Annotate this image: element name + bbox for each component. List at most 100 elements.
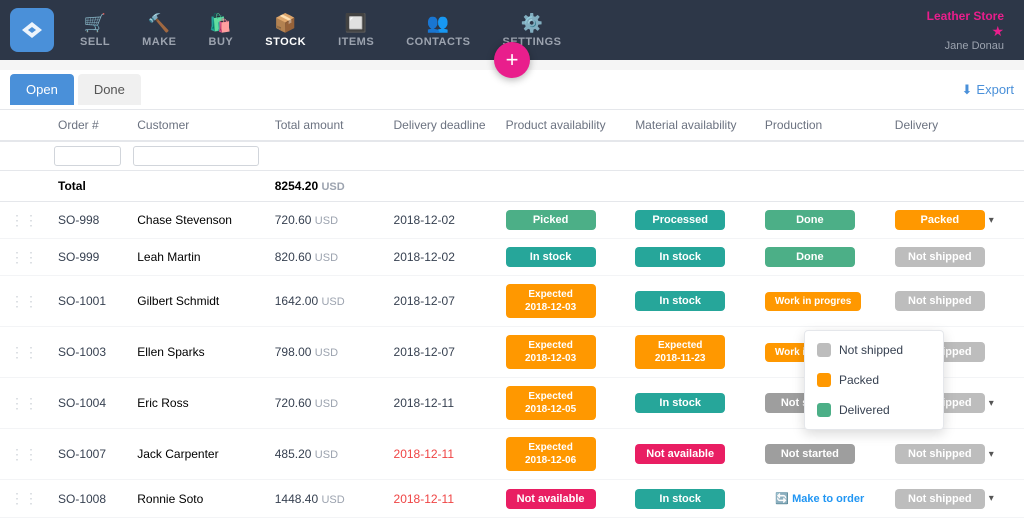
th-delivery: Delivery (885, 110, 1024, 141)
delivery-status: Packed ▾ (885, 202, 1024, 239)
delivery-deadline: 2018-12-07 (384, 327, 496, 378)
row-drag-handle[interactable]: ⋮⋮ (0, 378, 48, 429)
order-id: SO-999 (48, 239, 127, 276)
nav-items-label: ITEMS (338, 36, 374, 48)
order-id: SO-1008 (48, 480, 127, 518)
customer-name: Gilbert Schmidt (127, 276, 265, 327)
filter-row (0, 141, 1024, 171)
nav-items-link[interactable]: 🔲 ITEMS (322, 5, 390, 56)
th-material: Material availability (625, 110, 755, 141)
row-drag-handle[interactable]: ⋮⋮ (0, 429, 48, 480)
table-container: Order # Customer Total amount Delivery d… (0, 110, 1024, 520)
app-logo[interactable] (10, 8, 54, 52)
delivery-dropdown-arrow[interactable]: ▾ (989, 215, 994, 226)
delivery-deadline: 2018-12-11 (384, 480, 496, 518)
product-availability: Expected2018-12-03 (496, 276, 626, 327)
filter-delivery (885, 141, 1024, 171)
delivery-badge: Not shipped (895, 247, 985, 267)
row-drag-handle[interactable]: ⋮⋮ (0, 327, 48, 378)
delivery-deadline: 2018-12-02 (384, 239, 496, 276)
dropdown-not-shipped-label: Not shipped (839, 343, 903, 357)
order-id: SO-1004 (48, 378, 127, 429)
export-button[interactable]: ⬇ Export (962, 82, 1014, 98)
th-production: Production (755, 110, 885, 141)
top-navigation: 🛒 SELL 🔨 MAKE 🛍️ BUY 📦 STOCK 🔲 ITEMS 👥 C… (0, 0, 1024, 60)
production-status: Done (755, 202, 885, 239)
delivery-dropdown-arrow[interactable]: ▾ (989, 398, 994, 409)
material-availability: In stock (625, 378, 755, 429)
sell-icon: 🛒 (84, 13, 107, 34)
nav-stock[interactable]: 📦 STOCK (249, 5, 322, 56)
status-badge: Work in progres (765, 292, 862, 311)
delivery-cell: Not shipped ▾ (895, 444, 1014, 464)
order-id: SO-998 (48, 202, 127, 239)
status-badge: Done (765, 247, 855, 267)
product-availability: Expected2018-12-03 (496, 327, 626, 378)
delivery-dropdown-arrow[interactable]: ▾ (989, 493, 994, 504)
delivery-badge-packed: Packed (895, 210, 985, 230)
th-order: Order # (48, 110, 127, 141)
make-icon: 🔨 (148, 13, 171, 34)
filter-customer-input[interactable] (133, 146, 259, 166)
filter-production (755, 141, 885, 171)
th-customer: Customer (127, 110, 265, 141)
delivery-badge: Not shipped (895, 291, 985, 311)
tab-open[interactable]: Open (10, 74, 74, 105)
orders-table: Order # Customer Total amount Delivery d… (0, 110, 1024, 520)
row-drag-handle[interactable]: ⋮⋮ (0, 276, 48, 327)
nav-sell-label: SELL (80, 36, 110, 48)
th-drag (0, 110, 48, 141)
delivery-status: Not shipped (885, 239, 1024, 276)
order-id: SO-1007 (48, 429, 127, 480)
dot-green-icon (817, 403, 831, 417)
delivery-status: Not shipped (885, 276, 1024, 327)
dropdown-not-shipped[interactable]: Not shipped (805, 335, 943, 365)
material-availability: Not available (625, 429, 755, 480)
add-button[interactable]: + (494, 42, 530, 78)
nav-buy[interactable]: 🛍️ BUY (193, 5, 250, 56)
order-amount: 720.60 USD (265, 378, 384, 429)
filter-order[interactable] (48, 141, 127, 171)
nav-contacts[interactable]: 👥 CONTACTS (390, 5, 486, 56)
filter-drag (0, 141, 48, 171)
customer-name: Leah Martin (127, 239, 265, 276)
export-label: Export (976, 82, 1014, 97)
material-availability: Processed (625, 202, 755, 239)
delivery-badge-notshipped: Not shipped (895, 444, 985, 464)
dropdown-packed-label: Packed (839, 373, 879, 387)
customer-name: Eric Ross (127, 378, 265, 429)
total-spacer (384, 171, 1024, 202)
product-availability: Not available (496, 480, 626, 518)
status-badge: Expected2018-12-05 (506, 386, 596, 420)
total-row: Total 8254.20 USD (0, 171, 1024, 202)
user-name: Jane Donau (945, 40, 1004, 52)
dot-gray-icon (817, 343, 831, 357)
store-name: Leather Store (927, 9, 1004, 23)
nav-stock-label: STOCK (265, 36, 306, 48)
status-badge: Not available (635, 444, 725, 464)
material-availability: Expected2018-11-23 (625, 327, 755, 378)
delivery-badge-notshipped: Not shipped (895, 489, 985, 509)
filter-material (625, 141, 755, 171)
filter-customer[interactable] (127, 141, 265, 171)
filter-amount (265, 141, 384, 171)
nav-make[interactable]: 🔨 MAKE (126, 5, 192, 56)
nav-sell[interactable]: 🛒 SELL (64, 5, 126, 56)
row-drag-handle[interactable]: ⋮⋮ (0, 239, 48, 276)
row-drag-handle[interactable]: ⋮⋮ (0, 480, 48, 518)
delivery-dropdown-arrow[interactable]: ▾ (989, 449, 994, 460)
stock-icon: 📦 (274, 13, 297, 34)
dropdown-packed[interactable]: Packed (805, 365, 943, 395)
nav-make-label: MAKE (142, 36, 176, 48)
delivery-cell: Packed ▾ (895, 210, 1014, 230)
filter-order-input[interactable] (54, 146, 121, 166)
status-badge: Done (765, 210, 855, 230)
material-availability: In stock (625, 239, 755, 276)
nav-contacts-label: CONTACTS (406, 36, 470, 48)
tab-done[interactable]: Done (78, 74, 141, 105)
status-badge: Not available (506, 489, 596, 509)
status-badge: In stock (506, 247, 596, 267)
status-badge: In stock (635, 291, 725, 311)
dropdown-delivered[interactable]: Delivered (805, 395, 943, 425)
row-drag-handle[interactable]: ⋮⋮ (0, 202, 48, 239)
